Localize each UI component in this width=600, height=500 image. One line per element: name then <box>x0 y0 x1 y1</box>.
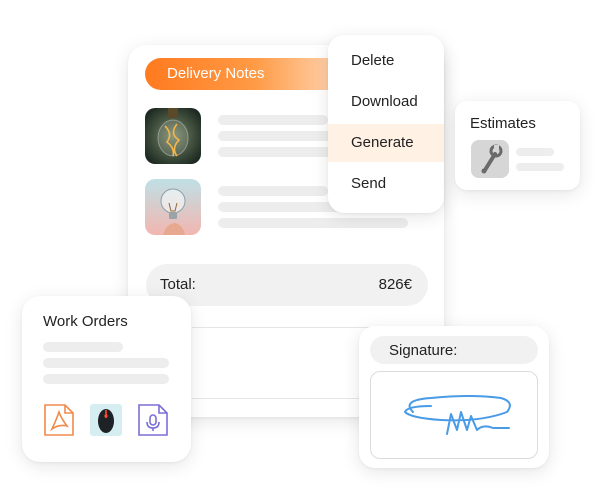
placeholder-line <box>43 374 169 384</box>
audio-file-icon[interactable] <box>137 404 169 436</box>
mouse-icon[interactable] <box>90 404 122 436</box>
lightbulb-thumbnail[interactable] <box>145 179 201 235</box>
placeholder-line <box>516 163 564 171</box>
filament-bulb-thumbnail[interactable] <box>145 108 201 164</box>
estimates-title: Estimates <box>470 115 536 132</box>
signature-card: Signature: <box>359 326 549 468</box>
total-row: Total: 826€ <box>146 264 428 306</box>
signature-pad[interactable] <box>370 371 538 459</box>
menu-item-send[interactable]: Send <box>328 165 444 203</box>
menu-item-download[interactable]: Download <box>328 83 444 121</box>
placeholder-line <box>516 148 554 156</box>
placeholder-line <box>218 186 328 196</box>
total-label: Total: <box>160 276 196 293</box>
placeholder-line <box>218 218 408 228</box>
placeholder-line <box>218 115 328 125</box>
actions-menu: Delete Download Generate Send <box>328 35 444 213</box>
delivery-notes-header[interactable]: Delivery Notes <box>145 58 343 90</box>
menu-item-generate[interactable]: Generate <box>328 124 444 162</box>
wrench-thumbnail <box>471 140 509 178</box>
placeholder-line <box>43 358 169 368</box>
work-orders-title: Work Orders <box>43 313 128 330</box>
pdf-icon[interactable] <box>43 404 75 436</box>
total-value: 826€ <box>378 276 412 293</box>
signature-label: Signature: <box>389 342 458 359</box>
placeholder-line <box>43 342 123 352</box>
work-orders-card: Work Orders <box>22 296 191 462</box>
signature-label-pill: Signature: <box>370 336 538 364</box>
menu-item-delete[interactable]: Delete <box>328 42 444 80</box>
estimates-card[interactable]: Estimates <box>455 101 580 190</box>
